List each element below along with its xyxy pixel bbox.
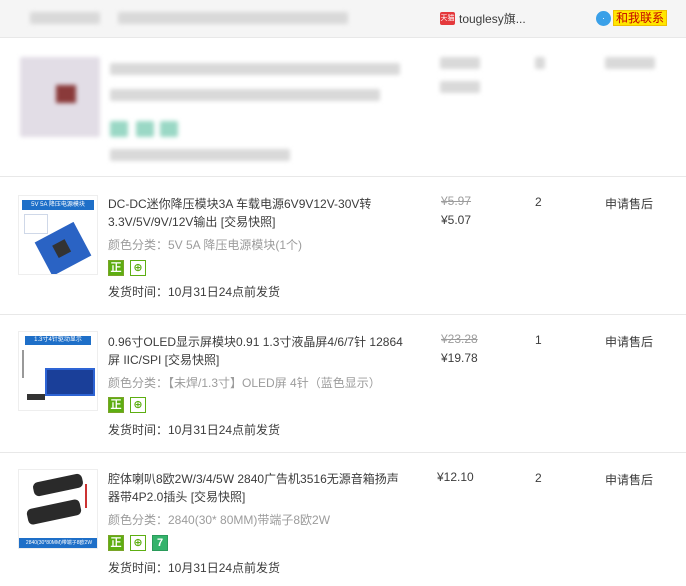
shop-name[interactable]: touglesy旗... — [459, 10, 526, 27]
shop-link[interactable]: 天猫 touglesy旗... — [440, 10, 526, 27]
genuine-icon[interactable]: 正 — [108, 535, 124, 551]
ship-time: 发货时间：10月31日24点前发货 — [108, 423, 281, 437]
item-sku: 颜色分类：5V 5A 降压电源模块(1个) — [108, 238, 303, 252]
original-price: ¥23.28 — [441, 332, 478, 346]
seven-day-return-icon[interactable]: 7 — [152, 535, 168, 551]
service-tags: 正 ⊕ — [108, 397, 146, 413]
guarantee-icon[interactable]: ⊕ — [130, 535, 146, 551]
item-thumbnail-blurred — [20, 57, 100, 137]
item-thumbnail[interactable]: 5V 5A 降压电源模块 — [18, 195, 98, 275]
item-title[interactable]: 腔体喇叭8欧2W/3/4/5W 2840广告机3516无源音箱扬声器带4P2.0… — [108, 470, 408, 506]
actual-price: ¥19.78 — [441, 351, 478, 365]
item-sku: 颜色分类：2840(30* 80MM)带端子8欧2W — [108, 513, 331, 527]
item-title[interactable]: DC-DC迷你降压模块3A 车载电源6V9V12V-30V转3.3V/5V/9V… — [108, 195, 408, 231]
order-item: 1.3寸4针驱动显示 0.96寸OLED显示屏模块0.91 1.3寸液晶屏4/6… — [0, 315, 686, 453]
actual-price: ¥5.07 — [441, 213, 472, 227]
item-thumbnail[interactable]: 2840(30*80MM)带端子8欧2W — [18, 469, 98, 549]
order-number-blurred — [118, 12, 348, 24]
order-item: 5V 5A 降压电源模块 DC-DC迷你降压模块3A 车载电源6V9V12V-3… — [0, 177, 686, 315]
thumb-caption: 5V 5A 降压电源模块 — [22, 200, 94, 210]
genuine-icon[interactable]: 正 — [108, 397, 124, 413]
item-thumbnail[interactable]: 1.3寸4针驱动显示 — [18, 331, 98, 411]
thumb-caption: 1.3寸4针驱动显示 — [25, 336, 91, 345]
oled-image — [45, 368, 95, 396]
after-sale-link[interactable]: 申请售后 — [605, 195, 653, 212]
quantity: 2 — [535, 471, 542, 485]
contact-seller-button[interactable]: · 和我联系 — [596, 10, 668, 26]
item-title-blurred — [110, 63, 400, 75]
order-item: 2840(30*80MM)带端子8欧2W 腔体喇叭8欧2W/3/4/5W 284… — [0, 453, 686, 586]
tmall-icon: 天猫 — [440, 12, 455, 25]
order-item-blurred — [0, 39, 686, 177]
item-sku: 颜色分类：【未焊/1.3寸】OLED屏 4针（蓝色显示） — [108, 376, 381, 390]
after-sale-link[interactable]: 申请售后 — [605, 333, 653, 350]
guarantee-icon[interactable]: ⊕ — [130, 260, 146, 276]
genuine-icon[interactable]: 正 — [108, 260, 124, 276]
service-tags: 正 ⊕ 7 — [108, 535, 168, 551]
quantity: 2 — [535, 195, 542, 209]
original-price: ¥5.97 — [441, 194, 472, 208]
contact-label[interactable]: 和我联系 — [613, 10, 668, 26]
order-date-blurred — [30, 12, 100, 24]
service-tags: 正 ⊕ — [108, 260, 146, 276]
after-sale-link[interactable]: 申请售后 — [605, 471, 653, 488]
thumb-caption: 2840(30*80MM)带端子8欧2W — [19, 538, 97, 548]
ship-time: 发货时间：10月31日24点前发货 — [108, 285, 281, 299]
ship-time: 发货时间：10月31日24点前发货 — [108, 561, 281, 575]
quantity: 1 — [535, 333, 542, 347]
item-title[interactable]: 0.96寸OLED显示屏模块0.91 1.3寸液晶屏4/6/7针 12864屏 … — [108, 333, 408, 369]
wangwang-icon: · — [596, 10, 611, 26]
guarantee-icon[interactable]: ⊕ — [130, 397, 146, 413]
order-header: 天猫 touglesy旗... · 和我联系 — [0, 0, 686, 38]
actual-price: ¥12.10 — [437, 470, 474, 484]
